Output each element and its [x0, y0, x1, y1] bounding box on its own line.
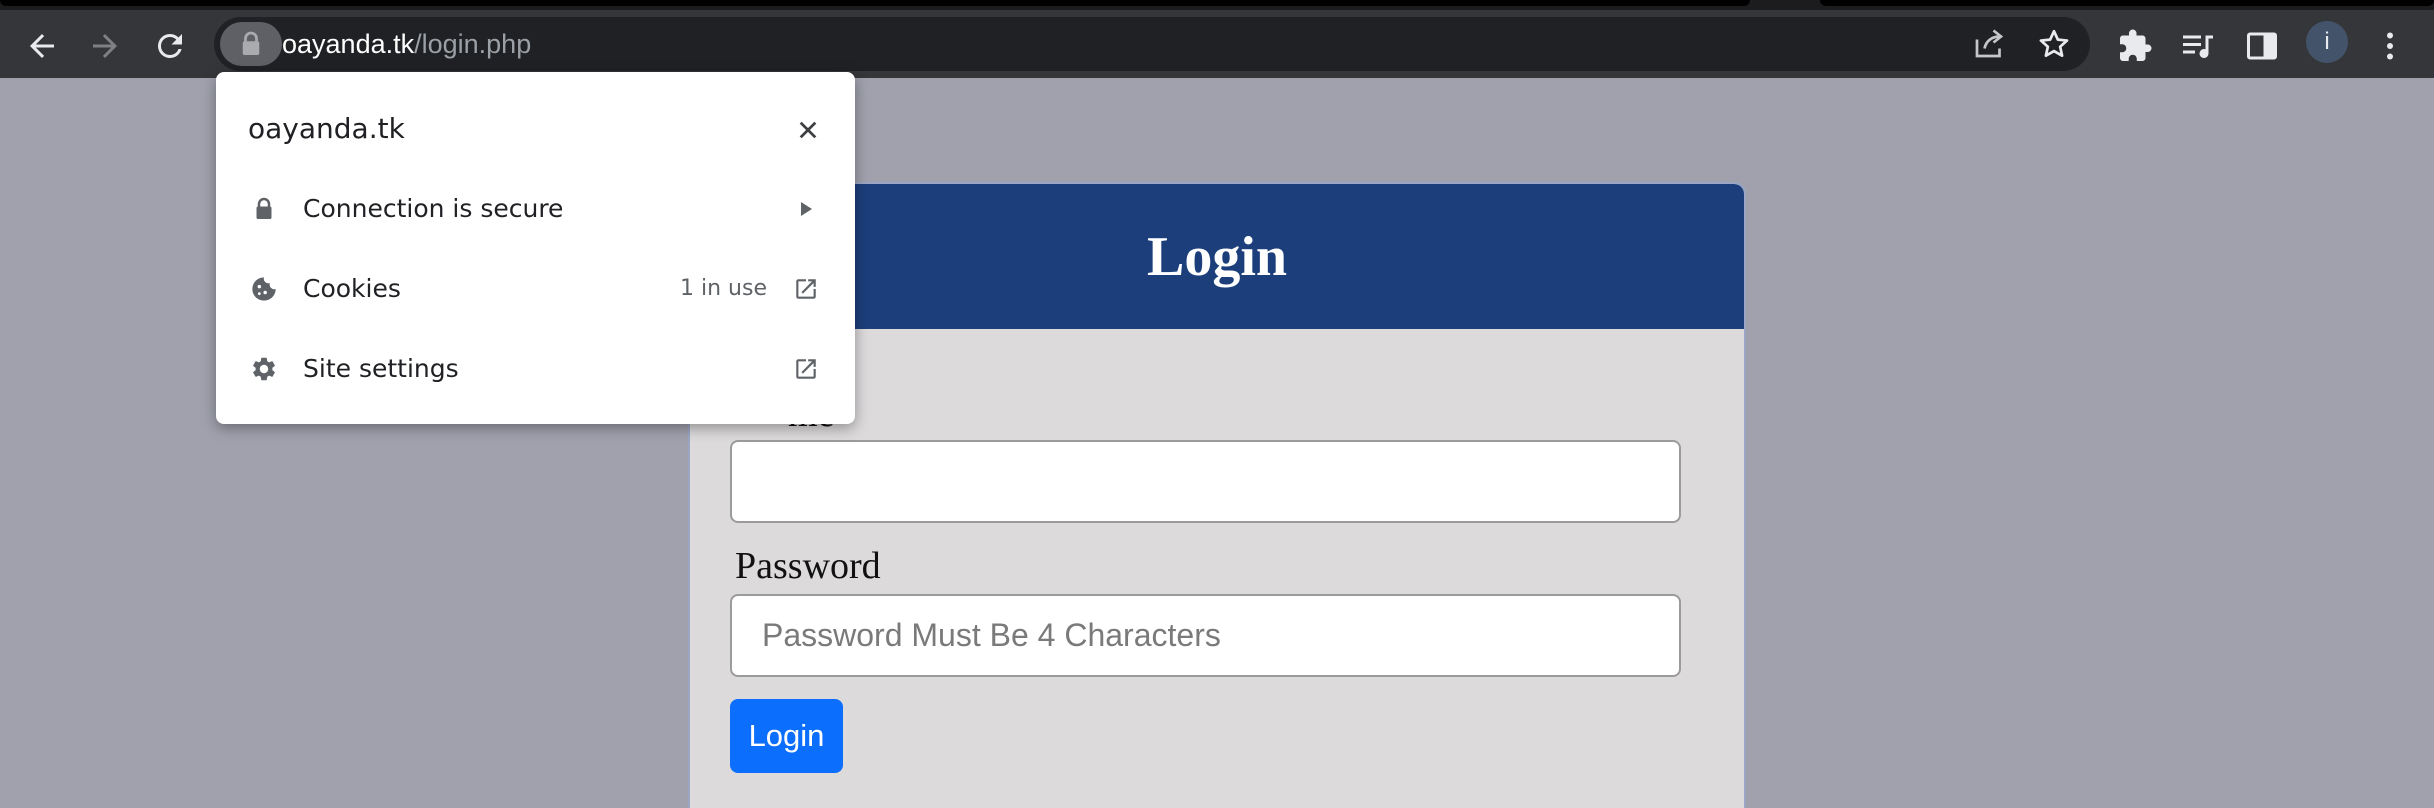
lock-icon: [242, 31, 260, 55]
url-host: oayanda.tk: [282, 29, 415, 59]
close-button[interactable]: [788, 110, 828, 150]
popup-domain: oayanda.tk: [248, 112, 405, 145]
cookies-label: Cookies: [303, 274, 401, 303]
password-label: Password: [735, 545, 881, 587]
password-input[interactable]: [730, 594, 1681, 677]
arrow-left-icon: [30, 34, 54, 58]
side-panel-button[interactable]: [2240, 24, 2284, 68]
extensions-button[interactable]: [2113, 24, 2157, 68]
puzzle-icon: [2120, 29, 2152, 61]
arrow-right-icon: [93, 34, 117, 58]
tab-edge[interactable]: [1820, 0, 2434, 6]
site-settings-label: Site settings: [303, 354, 459, 383]
bookmark-button[interactable]: [2032, 22, 2076, 66]
gear-icon: [246, 351, 282, 387]
connection-security-row[interactable]: Connection is secure: [216, 179, 855, 239]
cookies-row[interactable]: Cookies 1 in use: [216, 259, 855, 319]
url-text[interactable]: oayanda.tk/login.php: [282, 17, 531, 71]
media-control-button[interactable]: [2176, 24, 2220, 68]
close-icon: [799, 121, 817, 139]
forward-button[interactable]: [83, 24, 127, 68]
star-icon: [2039, 29, 2069, 58]
open-external-icon: [790, 353, 822, 385]
browser-menu-button[interactable]: [2368, 24, 2412, 68]
address-bar[interactable]: oayanda.tk/login.php: [214, 17, 2090, 71]
reload-button[interactable]: [148, 24, 192, 68]
back-button[interactable]: [20, 24, 64, 68]
lock-icon: [246, 191, 282, 227]
share-button[interactable]: [1967, 22, 2011, 66]
arrow-right-icon: [790, 193, 822, 225]
page-title: Login: [1146, 225, 1288, 288]
browser-toolbar: oayanda.tk/login.php i: [0, 10, 2434, 78]
kebab-menu-icon: [2387, 32, 2393, 60]
username-input[interactable]: [730, 440, 1681, 523]
share-icon: [1975, 29, 2004, 58]
tab-strip: [0, 0, 2434, 10]
reload-icon: [157, 33, 182, 58]
open-external-icon: [790, 273, 822, 305]
site-settings-row[interactable]: Site settings: [216, 339, 855, 399]
cookies-count: 1 in use: [680, 276, 767, 301]
url-path: /login.php: [414, 29, 532, 59]
login-button[interactable]: Login: [730, 699, 843, 773]
playlist-icon: [2183, 35, 2213, 58]
side-panel-icon: [2247, 32, 2277, 60]
site-info-popup: oayanda.tk Connection is secure Cookies …: [216, 72, 855, 424]
cookie-icon: [246, 271, 282, 307]
profile-avatar[interactable]: i: [2306, 21, 2348, 63]
connection-security-label: Connection is secure: [303, 194, 564, 223]
tab-edge[interactable]: [0, 0, 1750, 6]
site-info-button[interactable]: [220, 22, 282, 66]
